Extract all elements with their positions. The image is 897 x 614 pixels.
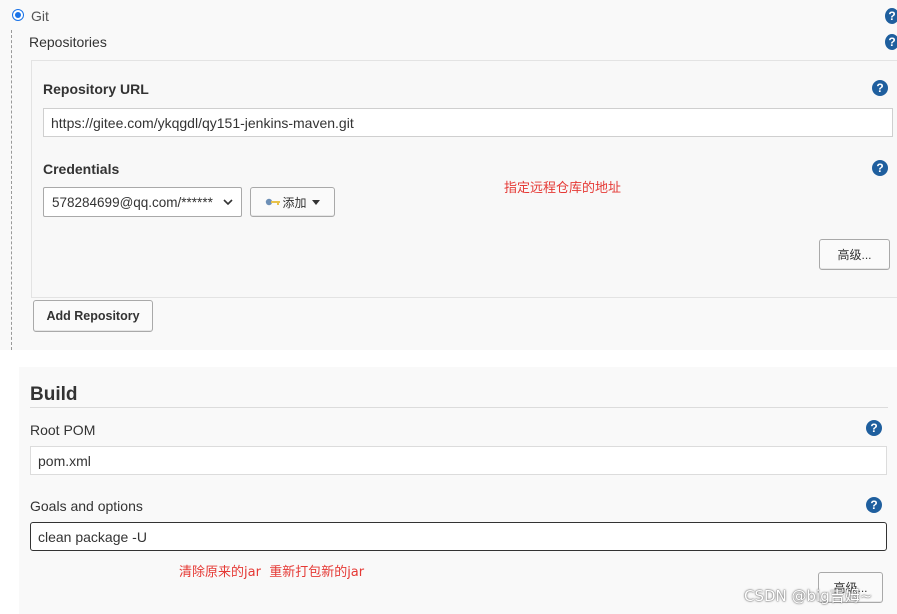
add-repository-button[interactable]: Add Repository <box>33 300 153 332</box>
repository-url-value: https://gitee.com/ykqgdl/qy151-jenkins-m… <box>51 114 354 131</box>
credentials-help-icon[interactable]: ? <box>872 160 888 176</box>
build-annotation: 清除原来的jar 重新打包新的jar <box>179 565 365 580</box>
radio-selected-icon[interactable] <box>12 9 24 21</box>
goals-input[interactable]: clean package -U <box>30 522 887 551</box>
caret-down-icon <box>311 199 320 205</box>
git-help-icon[interactable]: ? <box>885 8 897 24</box>
scm-git-section: Git ? Repositories ? Repository URL ? ht… <box>0 0 897 350</box>
repository-annotation: 指定远程仓库的地址 <box>504 181 622 196</box>
chevron-down-icon <box>223 199 233 205</box>
git-option-label[interactable]: Git <box>31 8 49 24</box>
repository-url-help-icon[interactable]: ? <box>872 80 888 96</box>
repositories-label: Repositories <box>29 34 107 50</box>
add-credential-label: 添加 <box>282 195 307 210</box>
add-credential-button[interactable]: 添加 <box>250 187 335 217</box>
goals-value: clean package -U <box>38 528 147 545</box>
goals-label: Goals and options <box>30 498 143 514</box>
section-rail <box>11 30 12 350</box>
goals-help-icon[interactable]: ? <box>866 497 882 513</box>
root-pom-value: pom.xml <box>38 452 91 469</box>
advanced-button-label: 高级... <box>837 248 872 262</box>
repositories-help-icon[interactable]: ? <box>885 34 897 50</box>
build-section: Build Root POM ? pom.xml Goals and optio… <box>19 367 897 614</box>
add-repository-label: Add Repository <box>46 309 140 323</box>
root-pom-label: Root POM <box>30 422 96 438</box>
build-divider <box>30 407 888 408</box>
watermark: CSDN @big吉姆~ <box>744 587 873 605</box>
advanced-button[interactable]: 高级... <box>819 239 890 270</box>
repository-entry <box>31 60 897 298</box>
credentials-select[interactable]: 578284699@qq.com/****** <box>43 187 242 217</box>
repository-url-label: Repository URL <box>43 81 149 97</box>
credentials-label: Credentials <box>43 161 120 177</box>
root-pom-input[interactable]: pom.xml <box>30 446 887 475</box>
root-pom-help-icon[interactable]: ? <box>866 420 882 436</box>
key-icon <box>266 198 281 206</box>
credentials-selected-value: 578284699@qq.com/****** <box>52 194 213 210</box>
repository-url-input[interactable]: https://gitee.com/ykqgdl/qy151-jenkins-m… <box>43 108 893 137</box>
build-title: Build <box>30 384 78 405</box>
